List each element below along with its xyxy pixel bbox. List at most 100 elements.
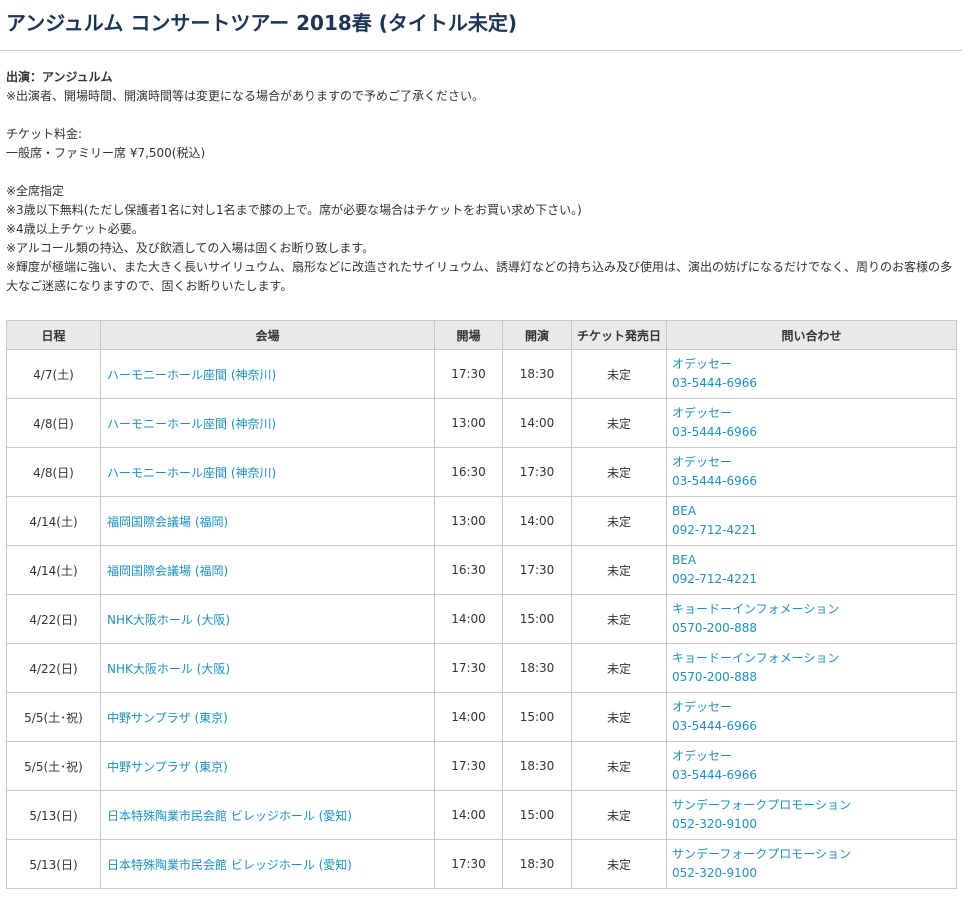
- contact-phone-link[interactable]: 03-5444-6966: [672, 766, 956, 785]
- contact-name-link[interactable]: BEA: [672, 502, 956, 521]
- row-open-time: 14:00: [434, 692, 503, 742]
- row-open-time: 17:30: [434, 349, 503, 399]
- row-start-time: 18:30: [502, 741, 572, 791]
- contact-name-link[interactable]: サンデーフォークプロモーション: [672, 796, 956, 815]
- row-ticket-release: 未定: [571, 545, 667, 595]
- row-venue-cell: 日本特殊陶業市民会館 ビレッジホール (愛知): [100, 839, 435, 889]
- header-ticket-release: チケット発売日: [571, 320, 667, 350]
- table-row: 4/7(土) ハーモニーホール座間 (神奈川) 17:30 18:30 未定 オデッセー 0…: [6, 349, 957, 399]
- row-ticket-release: 未定: [571, 349, 667, 399]
- page: アンジュルム コンサートツアー 2018春 (タイトル未定) 出演：アンジュルム…: [0, 0, 965, 903]
- contact-name-link[interactable]: オデッセー: [672, 453, 956, 472]
- row-venue-cell: ハーモニーホール座間 (神奈川): [100, 349, 435, 399]
- change-notice: ※出演者、開場時間、開演時間等は変更になる場合がありますので予めご了承ください。: [6, 89, 485, 103]
- contact-name-link[interactable]: オデッセー: [672, 747, 956, 766]
- venue-link[interactable]: 中野サンプラザ (東京): [107, 711, 228, 725]
- table-header-row: 日程 会場 開場 開演 チケット発売日 問い合わせ: [6, 320, 957, 350]
- row-contact-cell: キョードーインフォメーション 0570-200-888: [666, 643, 957, 693]
- contact-name-link[interactable]: オデッセー: [672, 355, 956, 374]
- contact-name-link[interactable]: キョードーインフォメーション: [672, 649, 956, 668]
- contact-name-link[interactable]: オデッセー: [672, 404, 956, 423]
- ticket-heading: チケット料金:: [6, 127, 83, 141]
- ticket-price: 一般席・ファミリー席 ¥7,500(税込): [6, 146, 206, 160]
- contact-phone-link[interactable]: 03-5444-6966: [672, 717, 956, 736]
- note-reserved-seating: ※全席指定: [6, 184, 65, 198]
- row-contact-cell: BEA 092-712-4221: [666, 496, 957, 546]
- row-venue-cell: 日本特殊陶業市民会館 ビレッジホール (愛知): [100, 790, 435, 840]
- row-open-time: 14:00: [434, 790, 503, 840]
- row-date: 4/14(土): [6, 496, 101, 546]
- contact-phone-link[interactable]: 0570-200-888: [672, 619, 956, 638]
- contact-phone-link[interactable]: 03-5444-6966: [672, 423, 956, 442]
- note-children-free: ※3歳以下無料(ただし保護者1名に対し1名まで膝の上で。席が必要な場合はチケット…: [6, 203, 582, 217]
- row-start-time: 17:30: [502, 447, 572, 497]
- performer-line: 出演：アンジュルム: [6, 70, 113, 84]
- venue-link[interactable]: 中野サンプラザ (東京): [107, 760, 228, 774]
- venue-link[interactable]: ハーモニーホール座間 (神奈川): [107, 466, 276, 480]
- row-start-time: 18:30: [502, 349, 572, 399]
- venue-link[interactable]: 福岡国際会議場 (福岡): [107, 515, 228, 529]
- venue-link[interactable]: ハーモニーホール座間 (神奈川): [107, 368, 276, 382]
- contact-phone-link[interactable]: 052-320-9100: [672, 864, 956, 883]
- table-row: 5/5(土･祝) 中野サンプラザ (東京) 14:00 15:00 未定 オデッセー 03-…: [6, 692, 957, 742]
- row-contact-cell: オデッセー 03-5444-6966: [666, 349, 957, 399]
- row-date: 5/5(土･祝): [6, 692, 101, 742]
- row-venue-cell: NHK大阪ホール (大阪): [100, 594, 435, 644]
- contact-name-link[interactable]: サンデーフォークプロモーション: [672, 845, 956, 864]
- concert-info: 出演：アンジュルム ※出演者、開場時間、開演時間等は変更になる場合がありますので…: [6, 68, 958, 296]
- contact-phone-link[interactable]: 092-712-4221: [672, 521, 956, 540]
- row-start-time: 15:00: [502, 594, 572, 644]
- row-open-time: 16:30: [434, 545, 503, 595]
- page-title: アンジュルム コンサートツアー 2018春 (タイトル未定): [6, 11, 518, 35]
- row-contact-cell: サンデーフォークプロモーション 052-320-9100: [666, 790, 957, 840]
- contact-name-link[interactable]: キョードーインフォメーション: [672, 600, 956, 619]
- header-contact: 問い合わせ: [666, 320, 957, 350]
- row-open-time: 14:00: [434, 594, 503, 644]
- row-venue-cell: NHK大阪ホール (大阪): [100, 643, 435, 693]
- row-date: 4/22(日): [6, 643, 101, 693]
- contact-phone-link[interactable]: 03-5444-6966: [672, 374, 956, 393]
- row-start-time: 18:30: [502, 839, 572, 889]
- contact-name-link[interactable]: オデッセー: [672, 698, 956, 717]
- row-open-time: 13:00: [434, 496, 503, 546]
- row-date: 5/13(日): [6, 790, 101, 840]
- contact-phone-link[interactable]: 052-320-9100: [672, 815, 956, 834]
- row-ticket-release: 未定: [571, 692, 667, 742]
- row-ticket-release: 未定: [571, 594, 667, 644]
- row-date: 4/22(日): [6, 594, 101, 644]
- row-open-time: 17:30: [434, 643, 503, 693]
- contact-phone-link[interactable]: 03-5444-6966: [672, 472, 956, 491]
- table-row: 4/8(日) ハーモニーホール座間 (神奈川) 16:30 17:30 未定 オデッセー 0…: [6, 447, 957, 497]
- header-open: 開場: [434, 320, 503, 350]
- table-row: 5/13(日) 日本特殊陶業市民会館 ビレッジホール (愛知) 17:30 18:30…: [6, 839, 957, 889]
- schedule-table: 日程 会場 開場 開演 チケット発売日 問い合わせ 4/7(土) ハーモニーホール…: [6, 320, 957, 889]
- row-ticket-release: 未定: [571, 741, 667, 791]
- contact-name-link[interactable]: BEA: [672, 551, 956, 570]
- row-start-time: 15:00: [502, 692, 572, 742]
- row-contact-cell: キョードーインフォメーション 0570-200-888: [666, 594, 957, 644]
- contact-phone-link[interactable]: 0570-200-888: [672, 668, 956, 687]
- table-row: 4/8(日) ハーモニーホール座間 (神奈川) 13:00 14:00 未定 オデッセー 0…: [6, 398, 957, 448]
- row-contact-cell: サンデーフォークプロモーション 052-320-9100: [666, 839, 957, 889]
- venue-link[interactable]: NHK大阪ホール (大阪): [107, 662, 230, 676]
- row-open-time: 16:30: [434, 447, 503, 497]
- title-divider: [0, 50, 962, 51]
- row-ticket-release: 未定: [571, 447, 667, 497]
- row-ticket-release: 未定: [571, 643, 667, 693]
- venue-link[interactable]: 日本特殊陶業市民会館 ビレッジホール (愛知): [107, 858, 352, 872]
- row-start-time: 15:00: [502, 790, 572, 840]
- venue-link[interactable]: ハーモニーホール座間 (神奈川): [107, 417, 276, 431]
- row-ticket-release: 未定: [571, 790, 667, 840]
- venue-link[interactable]: 日本特殊陶業市民会館 ビレッジホール (愛知): [107, 809, 352, 823]
- venue-link[interactable]: NHK大阪ホール (大阪): [107, 613, 230, 627]
- row-contact-cell: オデッセー 03-5444-6966: [666, 741, 957, 791]
- row-open-time: 13:00: [434, 398, 503, 448]
- row-venue-cell: ハーモニーホール座間 (神奈川): [100, 447, 435, 497]
- table-row: 4/14(土) 福岡国際会議場 (福岡) 13:00 14:00 未定 BEA 092-71…: [6, 496, 957, 546]
- venue-link[interactable]: 福岡国際会議場 (福岡): [107, 564, 228, 578]
- header-start: 開演: [502, 320, 572, 350]
- row-contact-cell: オデッセー 03-5444-6966: [666, 692, 957, 742]
- contact-phone-link[interactable]: 092-712-4221: [672, 570, 956, 589]
